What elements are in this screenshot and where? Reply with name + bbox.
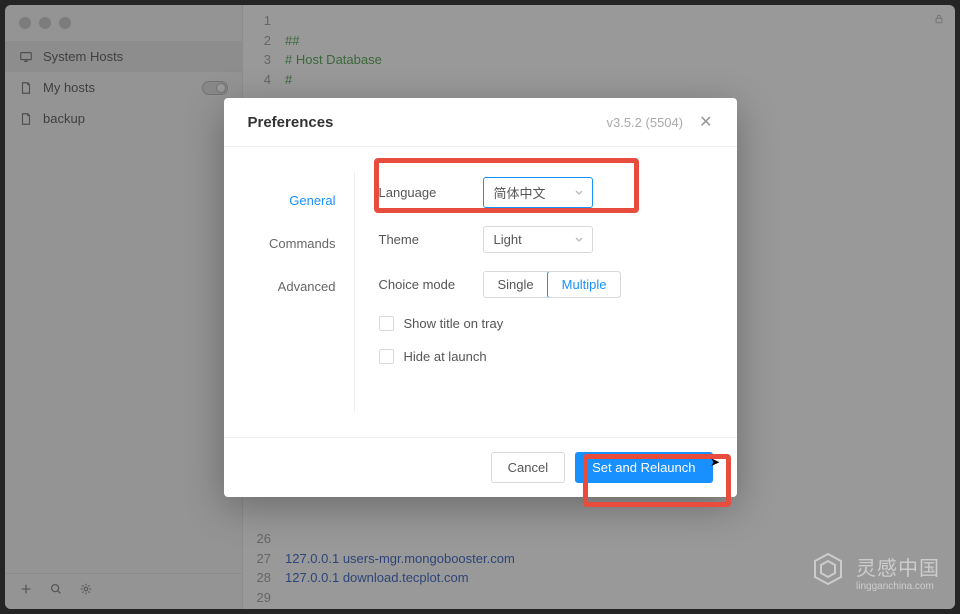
preferences-modal: Preferences v3.5.2 (5504) ✕ General Comm… — [224, 98, 737, 497]
cancel-button[interactable]: Cancel — [491, 452, 565, 483]
chevron-down-icon — [574, 185, 584, 200]
settings-panel: Language 简体中文 Theme Light — [355, 147, 737, 437]
field-theme: Theme Light — [379, 226, 713, 253]
language-select[interactable]: 简体中文 — [483, 177, 593, 208]
language-label: Language — [379, 185, 483, 200]
checkbox-icon — [379, 316, 394, 331]
tab-advanced[interactable]: Advanced — [224, 265, 354, 308]
cursor-icon: ➤ — [710, 455, 720, 469]
tab-commands[interactable]: Commands — [224, 222, 354, 265]
watermark-subtext: lingganchina.com — [856, 581, 940, 592]
modal-title: Preferences — [248, 114, 334, 131]
choice-multiple[interactable]: Multiple — [547, 271, 622, 298]
field-language: Language 简体中文 — [379, 177, 713, 208]
theme-label: Theme — [379, 232, 483, 247]
chevron-down-icon — [574, 232, 584, 247]
modal-version: v3.5.2 (5504) — [606, 115, 683, 130]
checkbox-icon — [379, 349, 394, 364]
tab-general[interactable]: General — [224, 179, 354, 222]
choice-mode-label: Choice mode — [379, 277, 483, 292]
tabs: General Commands Advanced — [224, 147, 354, 437]
checkbox-show-title[interactable]: Show title on tray — [379, 316, 713, 331]
modal-header: Preferences v3.5.2 (5504) ✕ — [224, 98, 737, 147]
modal-body: General Commands Advanced Language 简体中文 … — [224, 147, 737, 437]
modal-footer: Cancel Set and Relaunch — [224, 437, 737, 497]
close-icon[interactable]: ✕ — [699, 112, 712, 132]
theme-select[interactable]: Light — [483, 226, 593, 253]
choice-mode-segmented: Single Multiple — [483, 271, 622, 298]
set-and-relaunch-button[interactable]: Set and Relaunch — [575, 452, 712, 483]
checkbox-hide-launch[interactable]: Hide at launch — [379, 349, 713, 364]
choice-single[interactable]: Single — [484, 272, 548, 297]
field-choice-mode: Choice mode Single Multiple — [379, 271, 713, 298]
watermark: 灵感中国 lingganchina.com — [808, 549, 940, 594]
modal-overlay: Preferences v3.5.2 (5504) ✕ General Comm… — [0, 0, 960, 614]
watermark-text: 灵感中国 — [856, 558, 940, 580]
watermark-logo-icon — [808, 549, 848, 594]
